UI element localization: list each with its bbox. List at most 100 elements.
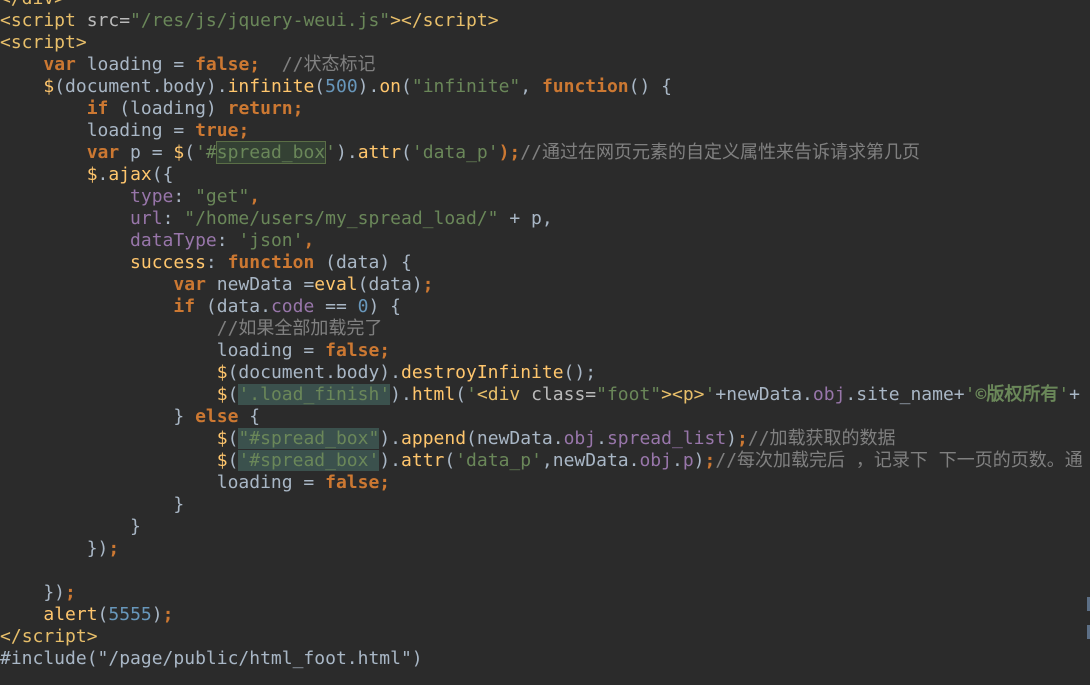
- code-line[interactable]: loading = false;: [0, 340, 1090, 362]
- code-line[interactable]: });: [0, 582, 1090, 604]
- code-token: :: [162, 208, 185, 229]
- code-line[interactable]: var newData =eval(data);: [0, 274, 1090, 296]
- code-token: 'data_p': [411, 142, 499, 163]
- code-token: "/res/js/jquery-weui.js": [130, 10, 391, 31]
- code-line[interactable]: $('#spread_box').attr('data_p',newData.o…: [0, 450, 1090, 472]
- code-token: $: [86, 164, 98, 185]
- code-token: $: [173, 142, 185, 163]
- code-token: 0: [357, 296, 369, 317]
- code-token: loading =: [0, 472, 326, 493]
- code-token: //每次加载完后 ，记录下 下一页的页数。通: [715, 450, 1083, 471]
- code-line[interactable]: #include("/page/public/html_foot.html"): [0, 648, 1090, 670]
- code-token: loading =: [0, 340, 326, 361]
- code-token: p =: [119, 142, 174, 163]
- code-token: <script: [0, 10, 76, 31]
- code-line[interactable]: url: "/home/users/my_spread_load/" + p,: [0, 208, 1090, 230]
- code-line[interactable]: loading = false;: [0, 472, 1090, 494]
- code-line[interactable]: $("#spread_box").append(newData.obj.spre…: [0, 428, 1090, 450]
- code-token: attr: [357, 142, 402, 163]
- code-line[interactable]: if (data.code == 0) {: [0, 296, 1090, 318]
- code-token: .site_name+: [845, 384, 965, 405]
- code-line[interactable]: [0, 560, 1090, 582]
- code-line[interactable]: var loading = false; //状态标记: [0, 54, 1090, 76]
- code-token: ,newData.: [541, 450, 640, 471]
- code-editor[interactable]: </div><script src="/res/js/jquery-weui.j…: [0, 0, 1090, 685]
- code-line[interactable]: });: [0, 538, 1090, 560]
- code-token: ).: [379, 428, 402, 449]
- code-token: ) {: [368, 296, 402, 317]
- code-token: +: [1069, 384, 1081, 405]
- code-token: (: [401, 142, 412, 163]
- code-token: ).: [390, 384, 412, 405]
- code-token: var: [173, 274, 206, 295]
- code-token: (: [401, 76, 412, 97]
- code-line[interactable]: $.ajax({: [0, 164, 1090, 186]
- code-token: spread_list: [606, 428, 727, 449]
- code-line[interactable]: if (loading) return;: [0, 98, 1090, 120]
- code-line[interactable]: var p = $('#spread_box').attr('data_p');…: [0, 141, 1090, 164]
- code-line[interactable]: $(document.body).destroyInfinite();: [0, 362, 1090, 384]
- code-token: //通过在网页元素的自定义属性来告诉请求第几页: [520, 142, 920, 163]
- code-line[interactable]: loading = true;: [0, 120, 1090, 142]
- code-token: ;: [737, 428, 748, 449]
- code-line[interactable]: } else {: [0, 406, 1090, 428]
- code-token: );: [498, 142, 521, 163]
- code-token: //如果全部加载完了: [0, 318, 383, 339]
- code-token: :: [173, 186, 196, 207]
- code-line[interactable]: type: "get",: [0, 186, 1090, 208]
- code-line[interactable]: alert(5555);: [0, 604, 1090, 626]
- code-token: script: [21, 626, 87, 647]
- code-area[interactable]: </div><script src="/res/js/jquery-weui.j…: [0, 0, 1090, 670]
- code-token: false: [325, 340, 380, 361]
- code-line[interactable]: <script>: [0, 32, 1090, 54]
- code-token: ,: [249, 186, 261, 207]
- code-token: loading =: [0, 120, 196, 141]
- code-token: }: [0, 516, 141, 537]
- code-token: }: [0, 494, 185, 515]
- code-token: (: [184, 142, 196, 163]
- code-token: success: [130, 252, 206, 273]
- code-token: '#: [195, 142, 217, 163]
- code-token: <div: [476, 384, 521, 405]
- code-token: <script>: [0, 32, 87, 53]
- code-token: ': [466, 384, 477, 405]
- code-line[interactable]: success: function (data) {: [0, 252, 1090, 274]
- code-token: 'json': [238, 230, 304, 251]
- code-line[interactable]: dataType: 'json',: [0, 230, 1090, 252]
- code-token: :: [205, 252, 228, 273]
- code-token: dataType: [130, 230, 217, 251]
- code-token: ;: [422, 274, 434, 295]
- code-token: .: [671, 450, 683, 471]
- code-line[interactable]: <script src="/res/js/jquery-weui.js"></s…: [0, 10, 1090, 32]
- code-token: (: [227, 384, 239, 405]
- code-line[interactable]: </script>: [0, 626, 1090, 648]
- code-line[interactable]: }: [0, 494, 1090, 516]
- code-token: $: [216, 362, 228, 383]
- code-token: infinite: [227, 76, 315, 97]
- code-token: ;: [65, 582, 76, 603]
- code-token: + p,: [498, 208, 553, 229]
- code-line[interactable]: </div>: [0, 0, 1090, 10]
- code-token: true: [195, 120, 239, 141]
- code-line[interactable]: $('.load_finish').html('<div class="foot…: [0, 384, 1090, 406]
- code-token: #include("/page/public/html_foot.html"): [0, 648, 423, 669]
- code-token: </div>: [0, 0, 65, 9]
- code-line[interactable]: }: [0, 516, 1090, 538]
- code-line[interactable]: //如果全部加载完了: [0, 318, 1090, 340]
- code-token: false: [325, 472, 380, 493]
- code-token: ;: [379, 472, 391, 493]
- code-token: ': [704, 384, 716, 405]
- code-token: ': [964, 384, 976, 405]
- code-token: (data): [357, 274, 423, 295]
- code-token: ).: [379, 450, 402, 471]
- code-line[interactable]: $(document.body).infinite(500).on("infin…: [0, 76, 1090, 98]
- code-token: ;: [108, 538, 120, 559]
- code-token: (newData.: [466, 428, 564, 449]
- code-token: ,: [520, 76, 542, 97]
